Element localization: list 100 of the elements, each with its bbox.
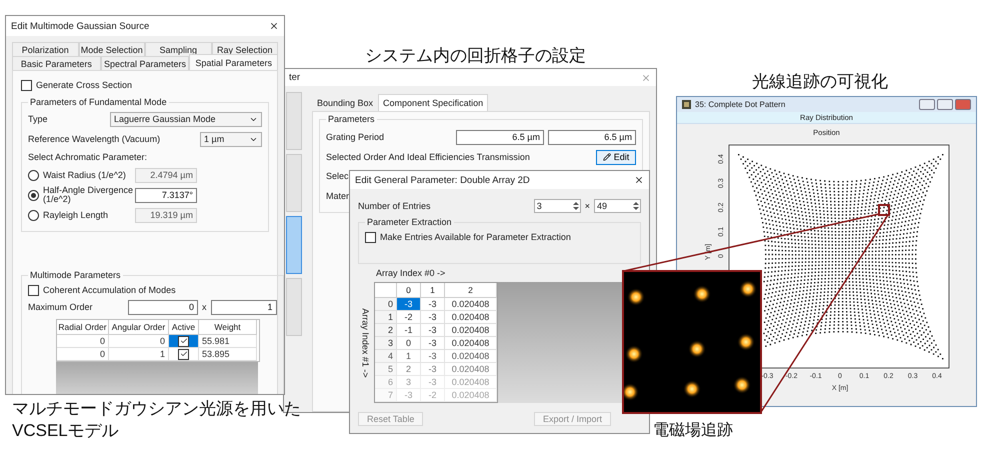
tab[interactable]: Spectral Parameters (100, 56, 190, 70)
checkbox[interactable] (178, 336, 189, 346)
number-spinner[interactable]: 3 (534, 199, 581, 213)
field-label: Grating Period (326, 132, 384, 142)
section-heading: 光線追跡の可視化 (752, 71, 888, 93)
zoom-region-marker (878, 204, 890, 216)
window-title: 35: Complete Dot Pattern (695, 100, 786, 109)
row-header: 4 (375, 350, 397, 363)
column-header: Radial Order (57, 320, 109, 335)
input-field[interactable]: 6.5 µm (548, 130, 636, 144)
table-cell[interactable]: -3 (421, 350, 445, 363)
checkbox[interactable] (365, 232, 376, 242)
group-title: Parameter Extraction (366, 217, 453, 227)
tab[interactable]: Basic Parameters (12, 56, 101, 70)
radio-label: Waist Radius (1/e^2) (43, 170, 127, 180)
checkbox[interactable] (178, 348, 189, 360)
field-label: Select Achromatic Parameter: (28, 152, 148, 162)
table-cell[interactable]: 1 (397, 350, 421, 363)
row-header: 0 (375, 298, 397, 311)
input-field[interactable]: 2.4794 µm (135, 168, 197, 182)
group-title: Multimode Parameters (29, 270, 122, 280)
window-title: Edit General Parameter: Double Array 2D (355, 174, 530, 186)
column-header: Weight (199, 320, 257, 335)
close-icon[interactable] (269, 21, 279, 31)
row-header: 1 (375, 311, 397, 324)
input-field[interactable]: 6.5 µm (456, 130, 544, 144)
input-field[interactable]: 0 (128, 300, 198, 314)
input-field[interactable]: 1 (210, 300, 276, 314)
table-cell[interactable]: -1 (397, 324, 421, 337)
close-icon[interactable] (634, 175, 644, 185)
table-cell[interactable] (169, 348, 199, 361)
row-header: 2 (375, 324, 397, 337)
minimize-button[interactable] (919, 99, 935, 110)
table-cell[interactable]: 0.020408 (445, 298, 497, 311)
field-label: Type (28, 114, 48, 124)
table-cell: 0 (57, 335, 109, 348)
window-title: ter (289, 72, 300, 83)
table-cell: 1 (109, 348, 169, 361)
table-cell[interactable]: 0.020408 (445, 363, 497, 376)
table-cell: 0 (109, 335, 169, 348)
table-cell[interactable]: -3 (421, 337, 445, 350)
table-cell[interactable]: 2 (397, 363, 421, 376)
dropdown[interactable]: 1 µm (200, 132, 262, 146)
column-header: 2 (445, 283, 497, 298)
axis-label: Array Index #1 -> (361, 308, 371, 378)
table-cell[interactable]: 0.020408 (445, 337, 497, 350)
table-cell[interactable]: 0.020408 (445, 324, 497, 337)
caption-text: 電磁場追跡 (653, 420, 733, 441)
radio-button[interactable] (28, 190, 39, 200)
number-spinner[interactable]: 49 (594, 199, 641, 213)
checkbox[interactable] (28, 284, 39, 296)
tab[interactable]: Mode Selection (78, 42, 145, 56)
input-field[interactable]: 7.3137° (135, 188, 197, 202)
table-cell[interactable]: 0 (397, 337, 421, 350)
tab[interactable]: Sampling (145, 42, 212, 56)
table-cell[interactable]: -3 (421, 324, 445, 337)
tab[interactable]: Component Specification (378, 94, 488, 111)
table-cell[interactable]: -3 (421, 311, 445, 324)
field-label: Selec (326, 171, 349, 181)
table-cell: 53.895 (199, 348, 257, 361)
tab[interactable]: Bounding Box (312, 94, 378, 111)
table-cell[interactable]: 0.020408 (445, 311, 497, 324)
caption-text: VCSELモデル (12, 420, 120, 442)
app-icon (682, 100, 691, 109)
tab[interactable]: Polarization (12, 42, 78, 56)
caption-text: マルチモードガウシアン光源を用いた (12, 398, 301, 420)
table-cell[interactable]: -3 (421, 298, 445, 311)
field-label: Mater (326, 191, 350, 201)
table-cell[interactable] (169, 335, 199, 348)
row-header: 5 (375, 363, 397, 376)
tab[interactable]: Spatial Parameters (189, 54, 278, 70)
table-cell[interactable]: 0.020408 (445, 350, 497, 363)
checkbox-label: Generate Cross Section (36, 80, 132, 90)
section-heading: システム内の回折格子の設定 (365, 45, 586, 67)
row-header: 7 (375, 389, 397, 402)
radio-button[interactable] (28, 210, 39, 220)
input-field[interactable]: 19.319 µm (135, 208, 197, 222)
pencil-icon (602, 153, 611, 161)
column-header: Active (169, 320, 199, 335)
table-cell[interactable]: -2 (397, 311, 421, 324)
column-header: 0 (397, 283, 421, 298)
checkbox[interactable] (21, 80, 32, 90)
table-cell: 0 (57, 348, 109, 361)
column-header: Angular Order (109, 320, 169, 335)
checkbox-label: Coherent Accumulation of Modes (43, 285, 176, 295)
field-label: Reference Wavelength (Vacuum) (28, 134, 160, 144)
field-label: Selected Order And Ideal Efficiencies Transmission (326, 152, 530, 162)
separator-text: x (202, 302, 206, 312)
separator-text: × (584, 201, 590, 211)
window-title: Edit Multimode Gaussian Source (11, 20, 150, 32)
row-header: 3 (375, 337, 397, 350)
radio-button[interactable] (28, 170, 39, 180)
dropdown[interactable]: Laguerre Gaussian Mode (110, 112, 262, 126)
checkbox-label: Make Entries Available for Parameter Extraction (380, 232, 571, 242)
table-cell[interactable]: -3 (397, 298, 421, 311)
table-cell[interactable]: -3 (421, 363, 445, 376)
table-cell: 55.981 (199, 335, 257, 348)
edit-button[interactable]: Edit (596, 150, 636, 164)
maximize-button[interactable] (937, 99, 953, 110)
radio-label: Half-Angle Divergence (1/e^2) (43, 186, 131, 204)
